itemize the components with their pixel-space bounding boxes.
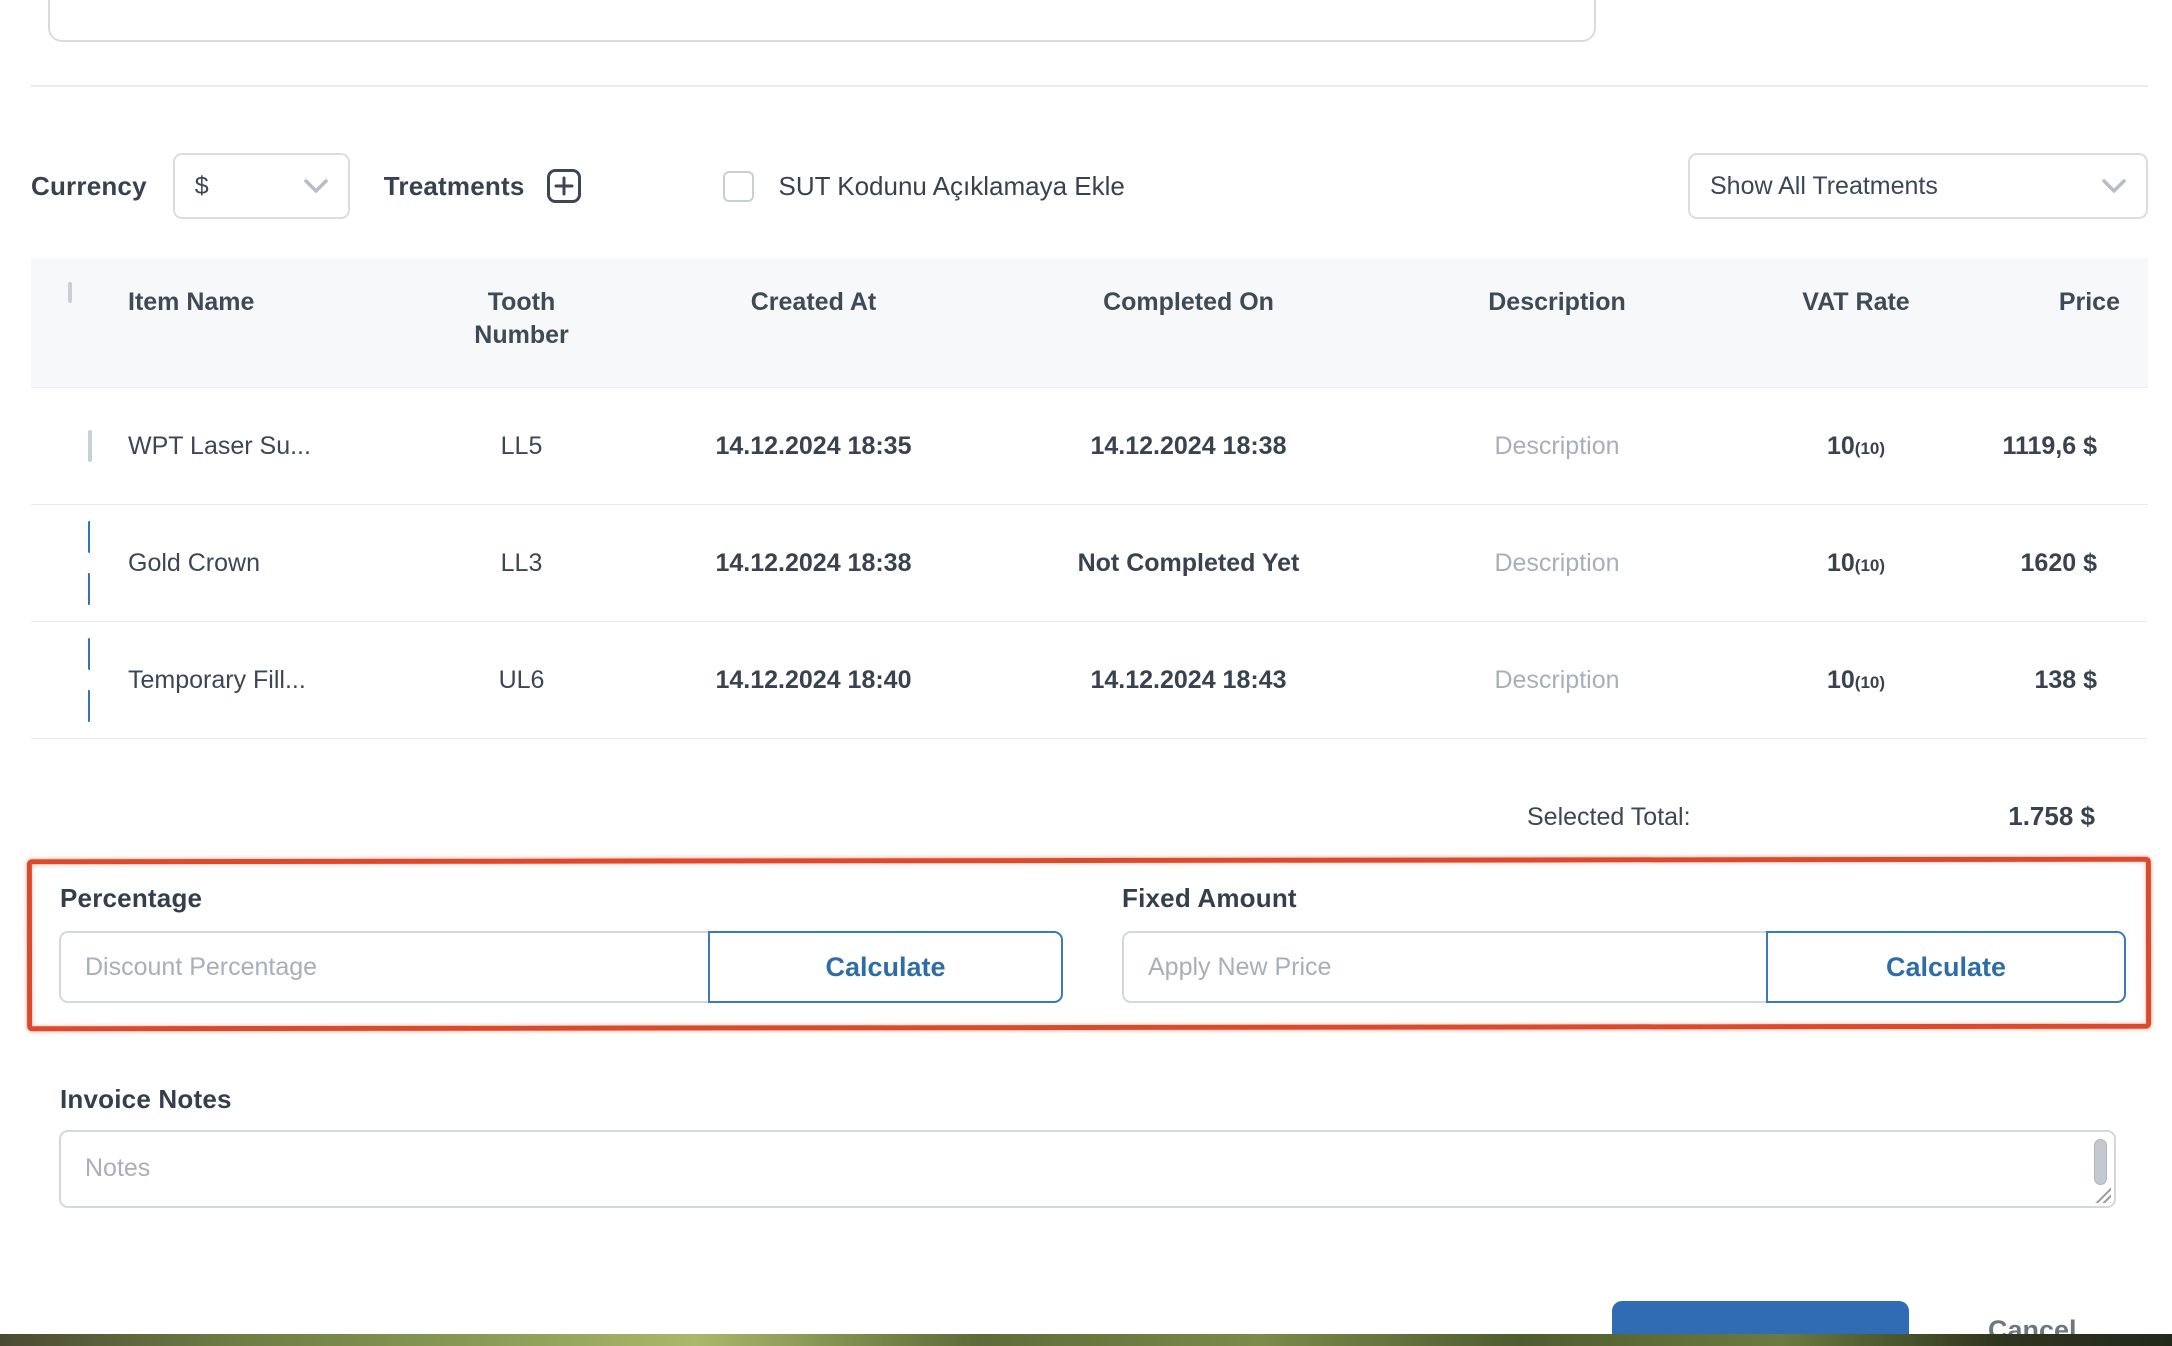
show-all-treatments-value: Show All Treatments	[1710, 171, 1938, 200]
top-partial-card	[48, 0, 1596, 42]
cell-completed-on: Not Completed Yet	[1077, 548, 1300, 577]
chevron-down-icon	[2102, 178, 2126, 193]
notes-resize-handle[interactable]	[2094, 1186, 2111, 1203]
row-checkbox[interactable]	[88, 637, 118, 722]
cell-created-at: 14.12.2024 18:35	[715, 431, 912, 460]
percentage-label: Percentage	[60, 883, 203, 913]
header-item-name: Item Name	[128, 288, 255, 316]
invoice-notes-textarea[interactable]: Notes	[59, 1130, 2116, 1208]
cell-price: 1119,6 $	[2002, 431, 2097, 460]
percentage-calculate-button[interactable]: Calculate	[708, 931, 1063, 1003]
cell-item-name: Gold Crown	[128, 548, 260, 577]
treatments-label: Treatments	[383, 170, 525, 201]
cell-vat-rate: 10(10)	[1826, 431, 1886, 460]
cell-tooth-number: LL5	[500, 431, 543, 460]
header-tooth-number: Tooth Number	[474, 288, 569, 349]
cell-item-name: Temporary Fill...	[128, 665, 306, 694]
header-completed-on: Completed On	[1103, 288, 1274, 316]
percentage-group: Calculate	[59, 931, 1063, 1003]
add-treatment-button[interactable]	[545, 167, 583, 205]
cell-description-input[interactable]: Description	[1376, 432, 1738, 461]
plus-square-icon	[546, 169, 581, 203]
currency-select-value: $	[194, 171, 209, 200]
select-all-checkbox[interactable]	[68, 282, 72, 303]
cell-completed-on: 14.12.2024 18:38	[1090, 431, 1287, 460]
apply-new-price-input[interactable]	[1122, 931, 1768, 1003]
header-price: Price	[2058, 288, 2120, 316]
currency-select[interactable]: $	[172, 153, 350, 219]
cell-completed-on: 14.12.2024 18:43	[1090, 665, 1287, 694]
table-row: WPT Laser Su... LL5 14.12.2024 18:35 14.…	[31, 388, 2148, 505]
fixed-calculate-button[interactable]: Calculate	[1766, 931, 2126, 1003]
cell-created-at: 14.12.2024 18:38	[715, 548, 912, 577]
notes-placeholder: Notes	[85, 1154, 151, 1182]
cell-price: 1620 $	[2020, 548, 2097, 577]
sut-checkbox[interactable]	[722, 170, 754, 202]
discount-percentage-input[interactable]	[59, 931, 710, 1003]
sut-checkbox-label: SUT Kodunu Açıklamaya Ekle	[778, 170, 1125, 201]
chevron-down-icon	[304, 178, 328, 193]
selected-total-value: 1.758 $	[2008, 801, 2095, 831]
row-checkbox[interactable]	[88, 520, 118, 605]
cell-tooth-number: LL3	[500, 548, 543, 577]
header-vat-rate: VAT Rate	[1802, 288, 1910, 316]
fixed-amount-label: Fixed Amount	[1122, 883, 1297, 913]
selected-total-label: Selected Total:	[1527, 803, 1691, 831]
row-checkbox[interactable]	[88, 429, 92, 462]
show-all-treatments-select[interactable]: Show All Treatments	[1688, 153, 2148, 219]
treatments-table: Item Name Tooth Number Created At Comple…	[31, 258, 2148, 739]
cell-created-at: 14.12.2024 18:40	[715, 665, 912, 694]
invoice-toolbar: Currency $ Treatments SUT Kodunu Açıklam…	[31, 152, 2148, 220]
section-divider	[31, 85, 2148, 87]
cell-vat-rate: 10(10)	[1826, 665, 1886, 694]
table-row: Gold Crown LL3 14.12.2024 18:38 Not Comp…	[31, 505, 2148, 622]
table-row: Temporary Fill... UL6 14.12.2024 18:40 1…	[31, 622, 2148, 739]
header-description: Description	[1488, 288, 1626, 316]
invoice-modal: Currency $ Treatments SUT Kodunu Açıklam…	[0, 0, 2172, 1346]
header-created-at: Created At	[750, 288, 877, 316]
notes-scrollbar-thumb[interactable]	[2094, 1139, 2107, 1185]
cell-description-input[interactable]: Description	[1376, 549, 1738, 578]
cell-description-input[interactable]: Description	[1376, 666, 1738, 695]
cell-vat-rate: 10(10)	[1826, 548, 1886, 577]
invoice-notes-label: Invoice Notes	[60, 1084, 232, 1114]
currency-label: Currency	[31, 170, 147, 201]
cell-item-name: WPT Laser Su...	[128, 431, 311, 460]
background-photo-strip	[0, 1334, 2172, 1346]
cell-price: 138 $	[2034, 665, 2097, 694]
table-header-row: Item Name Tooth Number Created At Comple…	[31, 258, 2148, 388]
fixed-amount-group: Calculate	[1122, 931, 2126, 1003]
cell-tooth-number: UL6	[498, 665, 545, 694]
